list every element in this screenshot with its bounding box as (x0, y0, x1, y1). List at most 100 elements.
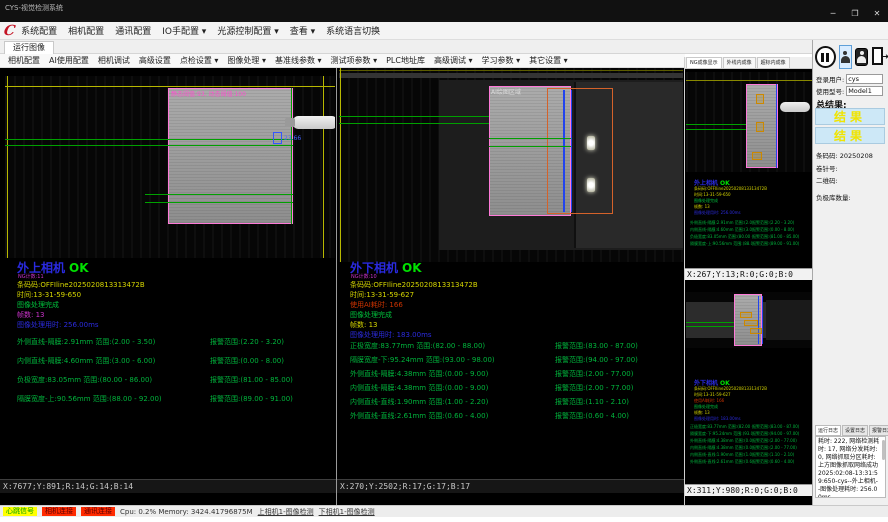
blue-edge-vline (758, 296, 759, 344)
left-barcode-line: 条码码:OFFIline2025020813313472B (17, 280, 145, 290)
log-output[interactable]: 耗时: 222, 网络检测耗时: 17, 网络分发耗时: 0, 网络抓取分区耗时… (815, 436, 886, 498)
login-user-row: 登录用户: (816, 74, 883, 84)
menu-io-config[interactable]: IO手配置 ▾ (162, 24, 206, 37)
left-camera-image[interactable]: 静态阈值:93, 动态阈值:100 23.66 (5, 76, 335, 258)
menu-comm-config[interactable]: 通讯配置 (115, 24, 151, 37)
mid-camera-image[interactable]: AI绘图区域 (339, 68, 683, 262)
measurement-row: 内侧直线-直线:1.90mm 范围:(1.00 - 2.20)报警范围:(1.1… (350, 397, 629, 407)
blue-edge-vline (776, 84, 777, 168)
threshold-overlay-label: 静态阈值:93, 动态阈值:100 (171, 89, 246, 98)
negative-stock-label: 负极库数量: (816, 192, 851, 202)
measurement-value: 外侧直线-隔膜:4.38mm 范围:(0.00 - 9.00) (350, 369, 555, 379)
mid-ng-note: NG计数:10 (351, 273, 377, 280)
tool-other-settings[interactable]: 其它设置 ▾ (529, 55, 568, 66)
minimize-button[interactable]: ─ (826, 8, 840, 20)
green-measure-line (145, 194, 293, 195)
measure-marker-box (273, 132, 282, 144)
gripper-probe-tip (285, 118, 295, 127)
tool-learn-params[interactable]: 学习参数 ▾ (482, 55, 521, 66)
preview-alarm: 报警范围:(89.00 - 91.00) (752, 241, 799, 247)
tool-image-processing[interactable]: 图像处理 ▾ (227, 55, 266, 66)
model-label: 使用型号: (816, 86, 844, 96)
measurement-value: 负极宽度:83.05mm 范围:(80.00 - 86.00) (17, 375, 210, 385)
ng-marker (744, 320, 758, 326)
preview-row: 隔膜宽度-上:90.56mm 范围:(88.00 - 92.00)报警范围:(8… (690, 241, 799, 247)
heartbeat-badge: 心跳信号 (3, 507, 37, 516)
measurement-row: 内侧直线-隔膜:4.60mm 范围:(3.00 - 6.00)报警范围:(0.0… (17, 356, 284, 366)
preview-row: 内侧直线-隔膜:4.38mm 范围:(0.00 - 9.00)报警范围:(2.0… (690, 445, 797, 451)
left-elapsed-line: 图像处理用时: 256.00ms (17, 320, 99, 330)
top-camera-status-link[interactable]: 上相机1-图像检测 (258, 507, 314, 517)
led-highlight (587, 178, 595, 192)
preview-measure: 隔膜宽度-下:95.24mm 范围:(93.00 - 98.00) (690, 431, 752, 437)
tool-test-params[interactable]: 测试项参数 ▾ (331, 55, 378, 66)
tab-outer-line-view[interactable]: 外线内成像 (723, 57, 756, 68)
tab-ng-display[interactable]: NG成像显示 (686, 57, 722, 68)
ng-marker (752, 152, 762, 160)
preview-top-image[interactable] (686, 72, 812, 172)
tool-spot-check[interactable]: 点检设置 ▾ (180, 55, 219, 66)
alarm-range: 报警范围:(2.00 - 77.00) (555, 369, 633, 379)
user-icon (841, 51, 850, 63)
menu-light-config[interactable]: 光源控制配置 ▾ (217, 24, 278, 37)
camera-connection-badge: 相机连接 (42, 507, 76, 516)
preview-measure: 外侧直线-隔膜:4.38mm 范围:(0.00 - 9.00) (690, 438, 752, 444)
operator-button[interactable] (855, 48, 868, 66)
logout-button[interactable]: ➜ (871, 46, 887, 68)
preview-row: 内侧直线-隔膜:4.60mm 范围:(3.00 - 6.00)报警范围:(0.0… (690, 227, 794, 233)
tab-alarm-log[interactable]: 报警日志 (869, 425, 888, 436)
tool-plc-library[interactable]: PLC地址库 (386, 55, 425, 66)
tab-run-log[interactable]: 运行日志 (815, 425, 841, 436)
side-panel: ➜ 登录用户: 使用型号: 总结果: 结果 结果 条码码: 20250208 卷… (812, 40, 888, 505)
left-frames-line: 帧数: 13 (17, 310, 45, 320)
left-done-line: 图像处理完成 (17, 300, 59, 310)
log-scrollbar[interactable] (882, 440, 885, 460)
left-camera-ok-status: OK (69, 261, 89, 275)
tab-settings-log[interactable]: 设置日志 (842, 425, 868, 436)
menu-system-config[interactable]: 系统配置 (21, 24, 57, 37)
yellow-guide-hline (5, 86, 335, 87)
qr-code-label: 二维码: (816, 175, 838, 185)
tool-camera-config[interactable]: 相机配置 (8, 55, 40, 66)
tool-advanced-settings[interactable]: 高级设置 (139, 55, 171, 66)
pause-icon (821, 53, 824, 62)
login-user-label: 登录用户: (816, 74, 844, 84)
gripper-probe (780, 102, 810, 112)
menu-language-switch[interactable]: 系统语言切换 (326, 24, 380, 37)
alarm-range: 报警范围:(1.10 - 2.10) (555, 397, 629, 407)
window-controls: ─ ❐ ✕ (826, 8, 884, 20)
tab-run-image[interactable]: 运行图像 (4, 41, 54, 54)
preview-alarm: 报警范围:(81.00 - 85.00) (752, 234, 799, 240)
menu-view[interactable]: 查看 ▾ (290, 24, 315, 37)
alarm-range: 报警范围:(2.00 - 77.00) (555, 383, 633, 393)
blue-edge-vline (563, 90, 565, 212)
mid-frames-line: 帧数: 13 (350, 320, 378, 330)
preview-top-elapsed: 图像处理用时: 256.00ms (694, 210, 741, 216)
menu-camera-config[interactable]: 相机配置 (68, 24, 104, 37)
maximize-button[interactable]: ❐ (848, 8, 862, 20)
user-button[interactable] (839, 45, 853, 69)
ng-marker (756, 122, 764, 132)
measurement-value: 外侧直线-隔膜:2.91mm 范围:(2.00 - 3.50) (17, 337, 210, 347)
preview-alarm: 报警范围:(94.00 - 97.00) (752, 431, 799, 437)
tab-overlimit-view[interactable]: 超标内成像 (757, 57, 790, 68)
menu-bar: C 系统配置 相机配置 通讯配置 IO手配置 ▾ 光源控制配置 ▾ 查看 ▾ 系… (0, 22, 888, 40)
measurement-row: 隔膜宽度-下:95.24mm 范围:(93.00 - 98.00)报警范围:(9… (350, 355, 638, 365)
login-user-input[interactable] (846, 74, 883, 84)
tool-ai-config[interactable]: AI使用配置 (49, 55, 89, 66)
tool-advanced-debug[interactable]: 高级调试 ▾ (434, 55, 473, 66)
preview-bottom-image[interactable] (686, 292, 812, 348)
yellow-guide-vline (7, 76, 8, 258)
preview-row: 正极宽度:83.77mm 范围:(82.00 - 88.00)报警范围:(83.… (690, 424, 799, 430)
close-button[interactable]: ✕ (870, 8, 884, 20)
tool-baseline-params[interactable]: 基准线参数 ▾ (275, 55, 322, 66)
preview-row: 内侧直线-直线:1.90mm 范围:(1.00 - 2.20)报警范围:(1.1… (690, 452, 794, 458)
bottom-camera-status-link[interactable]: 下相机1-图像检测 (319, 507, 375, 517)
model-input[interactable] (846, 86, 883, 96)
measurement-row: 外侧直线-隔膜:2.91mm 范围:(2.00 - 3.50)报警范围:(2.2… (17, 337, 284, 347)
tool-camera-debug[interactable]: 相机调试 (98, 55, 130, 66)
preview-measure: 外侧直线-直线:2.61mm 范围:(0.60 - 4.00) (690, 459, 752, 465)
ai-detect-rect (547, 88, 613, 214)
comm-connection-badge: 通讯连接 (81, 507, 115, 516)
pause-button[interactable] (815, 46, 836, 68)
